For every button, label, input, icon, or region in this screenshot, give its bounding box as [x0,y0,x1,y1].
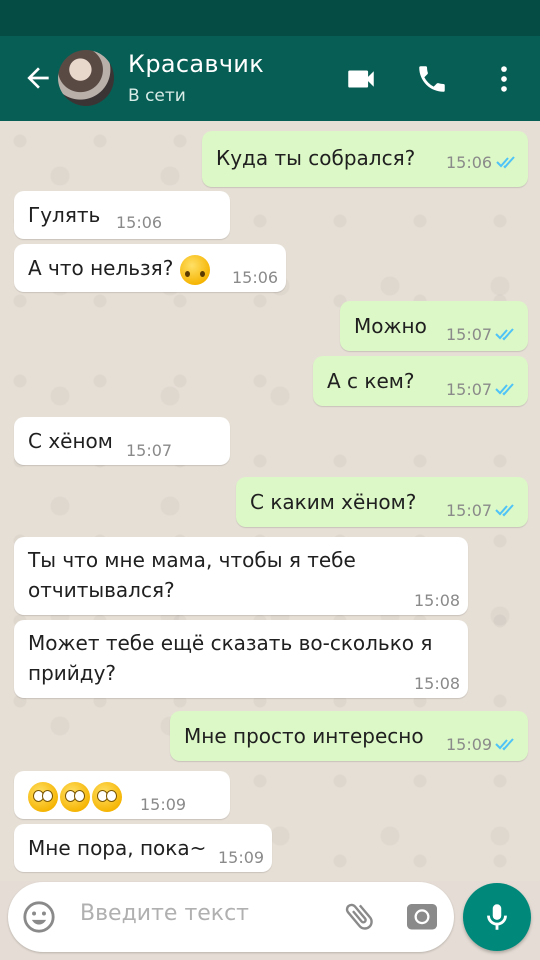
message-text: Может тебе ещё сказать во-сколько я прий… [28,631,433,685]
mic-button[interactable] [463,883,531,951]
message-incoming[interactable]: Гулять 15:06 [14,191,230,239]
chat-area[interactable]: Куда ты собрался? 15:06 Гулять 15:06 А ч… [0,121,540,881]
read-ticks-icon [495,738,514,751]
message-text: Мне просто интересно [184,724,424,748]
message-incoming[interactable]: С хёном 15:07 [14,417,230,465]
upside-down-face-emoji-icon [179,254,210,285]
message-text: Ты что мне мама, чтобы я тебе отчитывалс… [28,548,356,602]
back-arrow-icon[interactable] [22,62,54,94]
message-time: 15:08 [414,674,461,693]
message-text: А с кем? [327,369,415,393]
emoji-icon[interactable] [22,900,56,934]
message-time: 15:06 [232,268,279,287]
message-outgoing[interactable]: С каким хёном? 15:07 [236,477,528,527]
message-time: 15:08 [414,591,461,610]
status-bar [0,0,540,36]
message-text: Гулять [28,203,101,227]
message-time: 15:09 [140,795,187,814]
chat-header: Красавчик В сети [0,36,540,121]
read-ticks-icon [495,504,514,517]
message-incoming[interactable]: 15:09 [14,771,230,819]
message-text: Мне пора, пока~ [28,836,207,860]
message-time: 15:09 [218,848,265,867]
message-composer[interactable]: Введите текст [8,882,454,952]
message-time: 15:07 [446,325,493,344]
message-text: А что нельзя? [28,256,174,280]
rolling-eyes-emoji-icon [60,781,90,812]
message-input[interactable]: Введите текст [80,901,249,926]
read-ticks-icon [495,383,514,396]
message-incoming[interactable]: Мне пора, пока~ 15:09 [14,824,272,872]
message-text: С каким хёном? [250,490,417,514]
video-call-icon[interactable] [344,62,378,96]
message-outgoing[interactable]: Мне просто интересно 15:09 [170,711,528,761]
message-outgoing[interactable]: Можно 15:07 [340,301,528,351]
read-ticks-icon [496,156,515,169]
attach-icon[interactable] [342,898,378,934]
message-outgoing[interactable]: Куда ты собрался? 15:06 [202,131,528,187]
message-text: С хёном [28,429,113,453]
rolling-eyes-emoji-icon [92,781,122,812]
message-time: 15:07 [126,441,173,460]
rolling-eyes-emoji-icon [28,781,58,812]
more-icon[interactable] [487,62,521,96]
avatar[interactable] [58,50,114,106]
message-outgoing[interactable]: А с кем? 15:07 [313,356,528,406]
mic-icon [487,904,507,930]
message-time: 15:06 [446,153,493,172]
message-text: Можно [354,314,427,338]
message-time: 15:07 [446,501,493,520]
camera-icon[interactable] [404,898,440,934]
message-time: 15:06 [116,213,163,232]
read-ticks-icon [495,328,514,341]
phone-icon[interactable] [415,62,449,96]
message-incoming[interactable]: Ты что мне мама, чтобы я тебе отчитывалс… [14,537,468,615]
message-time: 15:07 [446,380,493,399]
contact-status: В сети [128,86,186,106]
message-time: 15:09 [446,735,493,754]
message-text: Куда ты собрался? [216,146,416,170]
contact-name[interactable]: Красавчик [128,50,264,78]
message-incoming[interactable]: Может тебе ещё сказать во-сколько я прий… [14,620,468,698]
message-incoming[interactable]: А что нельзя? 15:06 [14,244,286,292]
